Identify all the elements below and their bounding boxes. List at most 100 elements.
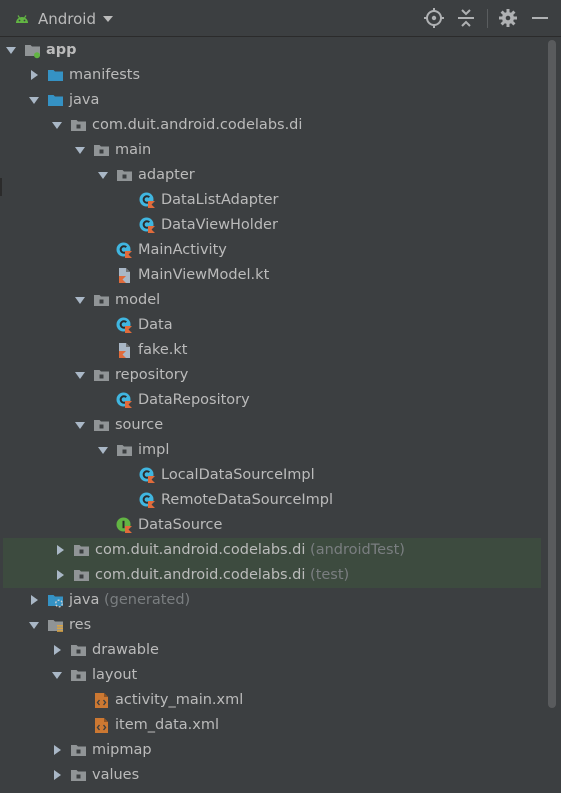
tree-node[interactable]: adapter xyxy=(0,163,545,188)
source-set-suffix: (androidTest) xyxy=(310,542,405,558)
expand-arrow-down-icon[interactable] xyxy=(28,613,40,638)
tree-node[interactable]: app xyxy=(0,38,545,63)
tree-node-text: DataViewHolder xyxy=(161,217,278,233)
tree-node-text: java xyxy=(69,92,100,108)
kotlin-class-icon xyxy=(139,467,156,484)
tree-node[interactable]: res xyxy=(0,613,545,638)
expand-arrow-right-icon[interactable] xyxy=(54,538,66,563)
package-icon xyxy=(70,742,87,759)
expand-arrow-down-icon[interactable] xyxy=(5,38,17,63)
tree-node[interactable]: com.duit.android.codelabs.di xyxy=(0,113,545,138)
folder-icon xyxy=(47,67,64,84)
tree-node[interactable]: values xyxy=(0,763,545,788)
tree-node[interactable]: activity_main.xml xyxy=(0,688,545,713)
tree-node-text: mipmap xyxy=(92,742,152,758)
tree-node-text: res xyxy=(69,617,92,633)
tree-node-text: DataListAdapter xyxy=(161,192,279,208)
xml-file-icon xyxy=(93,717,110,734)
tree-node-text: main xyxy=(115,142,152,158)
tree-node[interactable]: com.duit.android.codelabs.di (androidTes… xyxy=(3,538,541,563)
tree-node-text: Data xyxy=(138,317,173,333)
tree-node[interactable]: model xyxy=(0,288,545,313)
gear-icon[interactable] xyxy=(497,7,519,29)
scrollbar-thumb[interactable] xyxy=(548,40,556,708)
tree-node-label: model xyxy=(115,288,160,313)
tree-node[interactable]: item_data.xml xyxy=(0,713,545,738)
expand-arrow-down-icon[interactable] xyxy=(74,363,86,388)
tree-node[interactable]: drawable xyxy=(0,638,545,663)
tree-node[interactable]: LocalDataSourceImpl xyxy=(0,463,545,488)
vertical-scrollbar[interactable] xyxy=(545,38,561,789)
toolbar-separator xyxy=(487,9,488,28)
tree-node-text: impl xyxy=(138,442,170,458)
expand-arrow-right-icon[interactable] xyxy=(51,638,63,663)
expand-arrow-down-icon[interactable] xyxy=(74,413,86,438)
expand-arrow-down-icon[interactable] xyxy=(51,113,63,138)
package-icon xyxy=(93,292,110,309)
tree-node-label: java (generated) xyxy=(69,588,190,613)
tree-node-text: RemoteDataSourceImpl xyxy=(161,492,334,508)
minimize-icon[interactable] xyxy=(529,7,551,29)
project-toolbar: Android xyxy=(0,0,561,37)
tree-node[interactable]: fake.kt xyxy=(0,338,545,363)
tree-node[interactable]: main xyxy=(0,138,545,163)
tree-node[interactable]: DataSource xyxy=(0,513,545,538)
kotlin-file-icon xyxy=(116,342,133,359)
kotlin-class-icon xyxy=(139,217,156,234)
kotlin-class-icon xyxy=(116,392,133,409)
tree-node-text: values xyxy=(92,767,140,783)
tree-node[interactable]: layout xyxy=(0,663,545,688)
tree-node[interactable]: DataRepository xyxy=(0,388,545,413)
tree-node[interactable]: DataViewHolder xyxy=(0,213,545,238)
tree-node[interactable]: source xyxy=(0,413,545,438)
expand-arrow-right-icon[interactable] xyxy=(28,63,40,88)
tree-node[interactable]: MainActivity xyxy=(0,238,545,263)
kotlin-class-icon xyxy=(116,242,133,259)
tree-node[interactable]: manifests xyxy=(0,63,545,88)
tree-node[interactable]: repository xyxy=(0,363,545,388)
tree-node-label: Data xyxy=(138,313,173,338)
package-icon xyxy=(116,167,133,184)
locate-icon[interactable] xyxy=(423,7,445,29)
package-icon xyxy=(70,667,87,684)
tree-node-text: com.duit.android.codelabs.di xyxy=(92,117,303,133)
tree-node[interactable]: Data xyxy=(0,313,545,338)
package-icon xyxy=(93,142,110,159)
tree-node[interactable]: mipmap xyxy=(0,738,545,763)
generated-folder-icon xyxy=(47,592,64,609)
tree-node-label: com.duit.android.codelabs.di xyxy=(92,113,302,138)
view-mode-dropdown[interactable]: Android xyxy=(0,0,120,37)
tree-node-label: res xyxy=(69,613,91,638)
expand-arrow-down-icon[interactable] xyxy=(97,438,109,463)
expand-arrow-right-icon[interactable] xyxy=(54,563,66,588)
tree-node-label: main xyxy=(115,138,151,163)
tree-node-label: source xyxy=(115,413,163,438)
tree-node-text: model xyxy=(115,292,161,308)
tree-node[interactable]: DataListAdapter xyxy=(0,188,545,213)
tree-node-text: repository xyxy=(115,367,189,383)
tree-node-label: mipmap xyxy=(92,738,152,763)
tree-node[interactable]: java (generated) xyxy=(0,588,545,613)
android-icon xyxy=(16,15,28,23)
tree-node[interactable]: java xyxy=(0,88,545,113)
expand-arrow-right-icon[interactable] xyxy=(51,763,63,788)
tree-node-label: java xyxy=(69,88,99,113)
tree-node-text: activity_main.xml xyxy=(115,692,244,708)
tree-node[interactable]: RemoteDataSourceImpl xyxy=(0,488,545,513)
expand-arrow-right-icon[interactable] xyxy=(28,588,40,613)
expand-arrow-down-icon[interactable] xyxy=(97,163,109,188)
tree-node[interactable]: impl xyxy=(0,438,545,463)
tree-node-label: repository xyxy=(115,363,188,388)
expand-arrow-down-icon[interactable] xyxy=(74,138,86,163)
expand-arrow-down-icon[interactable] xyxy=(51,663,63,688)
tree-node[interactable]: MainViewModel.kt xyxy=(0,263,545,288)
tree-node-label: values xyxy=(92,763,139,788)
package-icon xyxy=(93,367,110,384)
expand-arrow-down-icon[interactable] xyxy=(28,88,40,113)
tree-node[interactable]: com.duit.android.codelabs.di (test) xyxy=(3,563,541,588)
collapse-all-icon[interactable] xyxy=(455,7,477,29)
tree-node-label: adapter xyxy=(138,163,195,188)
expand-arrow-right-icon[interactable] xyxy=(51,738,63,763)
tree-node-label: LocalDataSourceImpl xyxy=(161,463,315,488)
expand-arrow-down-icon[interactable] xyxy=(74,288,86,313)
